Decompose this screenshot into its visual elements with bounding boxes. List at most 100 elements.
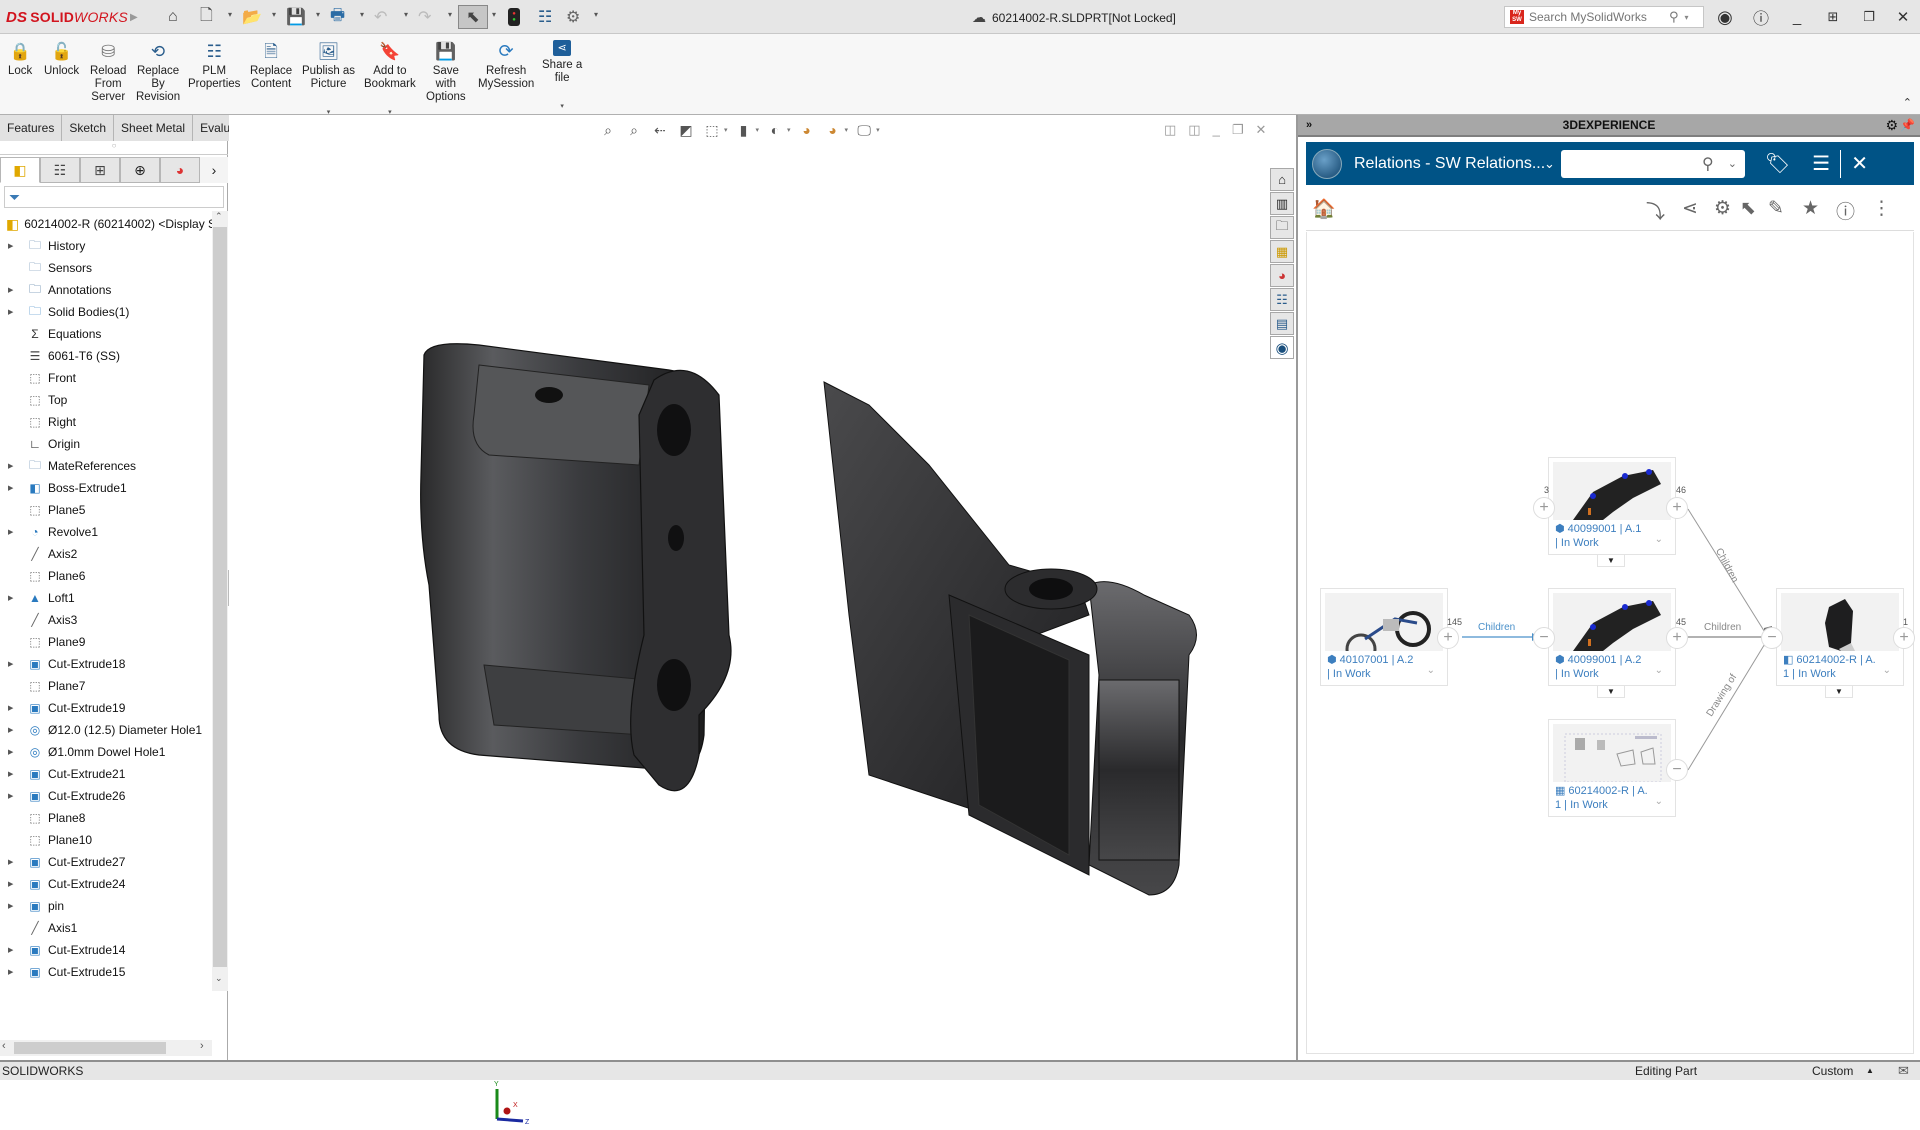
tree-item[interactable]: ▶ 🗀 MateReferences: [0, 455, 212, 477]
more-tabs-chevron-icon[interactable]: ›: [200, 157, 228, 183]
share-a-file-button[interactable]: ⋖ Share a file ▾: [542, 40, 582, 113]
graph-node[interactable]: ⬢ 40099001 | A.1 | In Work ⌄: [1548, 457, 1676, 555]
tree-item[interactable]: 🗀 Sensors: [0, 257, 212, 279]
dimxpertmanager-tab-icon[interactable]: ⊕: [120, 157, 160, 183]
options-icon[interactable]: ⚙: [566, 6, 580, 28]
featuremanager-tab-icon[interactable]: ◧: [0, 157, 40, 183]
displaymanager-tab-icon[interactable]: ◕: [160, 157, 200, 183]
tree-item[interactable]: ▶ ◎ Ø1.0mm Dowel Hole1: [0, 741, 212, 763]
expand-arrow-icon[interactable]: ▶: [8, 660, 18, 668]
scroll-left-icon[interactable]: ‹: [2, 1040, 6, 1052]
display-style-dropdown-icon[interactable]: ▾: [756, 126, 760, 134]
select-icon[interactable]: ⬉: [458, 5, 488, 29]
expand-arrow-icon[interactable]: ▶: [8, 286, 18, 294]
tree-item[interactable]: ▶ ▣ Cut-Extrude21: [0, 763, 212, 785]
dx-search-icon[interactable]: ⚲: [1702, 154, 1714, 174]
edit-appearance-icon[interactable]: ◕: [797, 120, 817, 140]
unit-system-arrow-icon[interactable]: ▲: [1866, 1066, 1874, 1075]
add-to-bookmark-button[interactable]: 🔖 Add to Bookmark ▾: [364, 40, 416, 119]
undo-dropdown-icon[interactable]: ▾: [404, 10, 408, 19]
scroll-down-icon[interactable]: ⌄: [215, 973, 223, 984]
tree-item[interactable]: ╱ Axis3: [0, 609, 212, 631]
tree-item[interactable]: ▶ ▣ Cut-Extrude19: [0, 697, 212, 719]
section-view-icon[interactable]: ◩: [676, 120, 696, 140]
hide-show-items-icon[interactable]: ◐: [765, 120, 785, 140]
info-icon[interactable]: ⓘ: [1836, 197, 1855, 224]
tab-sheet-metal[interactable]: Sheet Metal: [114, 115, 194, 141]
search-mysolidworks[interactable]: MySW ⚲ ▾: [1504, 6, 1704, 28]
compass-icon[interactable]: [1312, 148, 1342, 179]
redo-dropdown-icon[interactable]: ▾: [448, 10, 452, 19]
collapse-minus-icon[interactable]: −: [1533, 627, 1555, 649]
graphics-area[interactable]: Y X Z: [229, 115, 1296, 1126]
view-settings-icon[interactable]: 🖵: [854, 120, 874, 140]
relations-settings-icon[interactable]: ⚙: [1714, 197, 1731, 220]
lock-button[interactable]: 🔒 Lock: [8, 40, 32, 78]
pin-icon[interactable]: 📌: [1900, 118, 1915, 132]
new-dropdown-icon[interactable]: ▾: [228, 10, 232, 19]
tree-item[interactable]: ╱ Axis1: [0, 917, 212, 939]
previous-document-icon[interactable]: ◫: [1164, 122, 1176, 138]
expand-arrow-icon[interactable]: ▶: [8, 880, 18, 888]
tree-item[interactable]: ⬚ Plane7: [0, 675, 212, 697]
open-icon[interactable]: 📂: [242, 6, 262, 28]
node-expand-chevron-icon[interactable]: ⌄: [1655, 534, 1663, 545]
edit-icon[interactable]: ✎: [1768, 197, 1784, 220]
tab-sketch[interactable]: Sketch: [62, 115, 115, 141]
graph-node[interactable]: ⬢ 40099001 | A.2 | In Work ⌄: [1548, 588, 1676, 686]
expand-plus-icon[interactable]: +: [1893, 627, 1915, 649]
close-icon[interactable]: ✕: [1890, 5, 1916, 29]
open-dropdown-icon[interactable]: ▾: [272, 10, 276, 19]
3dexperience-tab-icon[interactable]: ◉: [1270, 336, 1294, 359]
solidworks-resources-icon[interactable]: ⌂: [1270, 168, 1294, 191]
expand-arrow-icon[interactable]: ▶: [8, 704, 18, 712]
viewport-minimize-icon[interactable]: _: [1213, 122, 1220, 138]
collapse-panel-icon[interactable]: »: [1306, 119, 1312, 131]
replace-content-button[interactable]: 🗎 Replace Content: [250, 40, 292, 91]
previous-view-icon[interactable]: ⇠: [650, 120, 670, 140]
node-title[interactable]: 40099001 | A.1: [1568, 523, 1642, 535]
unit-system-selector[interactable]: Custom: [1812, 1064, 1853, 1078]
appearances-scenes-icon[interactable]: ◕: [1270, 264, 1294, 287]
tree-item[interactable]: ▶ ▣ Cut-Extrude24: [0, 873, 212, 895]
expand-arrow-icon[interactable]: ▶: [8, 462, 18, 470]
tree-filter[interactable]: ⏷: [4, 186, 224, 208]
configurationmanager-tab-icon[interactable]: ⊞: [80, 157, 120, 183]
help-icon[interactable]: ⓘ: [1748, 5, 1774, 29]
display-style-icon[interactable]: ▮: [734, 120, 754, 140]
print-dropdown-icon[interactable]: ▾: [360, 10, 364, 19]
node-expand-chevron-icon[interactable]: ⌄: [1427, 665, 1435, 676]
scroll-up-icon[interactable]: ⌃: [215, 211, 223, 222]
tree-item[interactable]: ⬚ Right: [0, 411, 212, 433]
tree-item[interactable]: ⬚ Top: [0, 389, 212, 411]
refresh-mysession-button[interactable]: ⟳ Refresh MySession: [478, 40, 534, 91]
node-collapse-toggle-icon[interactable]: ▼: [1597, 554, 1625, 567]
relations-home-icon[interactable]: 🏠: [1312, 197, 1336, 221]
node-title[interactable]: 60214002-R | A.: [1796, 654, 1875, 666]
tree-item[interactable]: ▶ ▣ Cut-Extrude26: [0, 785, 212, 807]
publish-as-picture-button[interactable]: 🖼 Publish as Picture ▾: [302, 40, 355, 119]
dx-search-field[interactable]: ⚲ ⌄: [1560, 149, 1745, 178]
expand-plus-icon[interactable]: +: [1666, 627, 1688, 649]
forum-icon[interactable]: ▤: [1270, 312, 1294, 335]
close-app-icon[interactable]: ✕: [1851, 151, 1868, 176]
expand-plus-icon[interactable]: +: [1437, 627, 1459, 649]
unlock-button[interactable]: 🔓 Unlock: [44, 40, 79, 78]
expand-arrow-icon[interactable]: ▶: [8, 594, 18, 602]
tree-item[interactable]: ☰ 6061-T6 (SS): [0, 345, 212, 367]
tree-item[interactable]: ▶ ▣ Cut-Extrude27: [0, 851, 212, 873]
app-title-chevron-icon[interactable]: ⌄: [1544, 156, 1555, 172]
panel-grip[interactable]: ○: [0, 141, 228, 155]
tree-item[interactable]: ⬚ Plane5: [0, 499, 212, 521]
node-collapse-toggle-icon[interactable]: ▼: [1597, 685, 1625, 698]
node-collapse-toggle-icon[interactable]: ▼: [1825, 685, 1853, 698]
expand-arrow-icon[interactable]: ▶: [8, 902, 18, 910]
tree-item[interactable]: ▶ 🗀 Annotations: [0, 279, 212, 301]
relations-graph[interactable]: Children Children Children Drawing of ⬢ 4…: [1296, 232, 1920, 1052]
expand-arrow-icon[interactable]: ▶: [8, 968, 18, 976]
save-with-options-button[interactable]: 💾 Save with Options: [426, 40, 466, 104]
tree-horizontal-scrollbar[interactable]: ‹ ›: [0, 1040, 212, 1056]
node-title[interactable]: 60214002-R | A.: [1568, 785, 1647, 797]
scroll-right-icon[interactable]: ›: [200, 1040, 204, 1052]
tree-item[interactable]: Σ Equations: [0, 323, 212, 345]
